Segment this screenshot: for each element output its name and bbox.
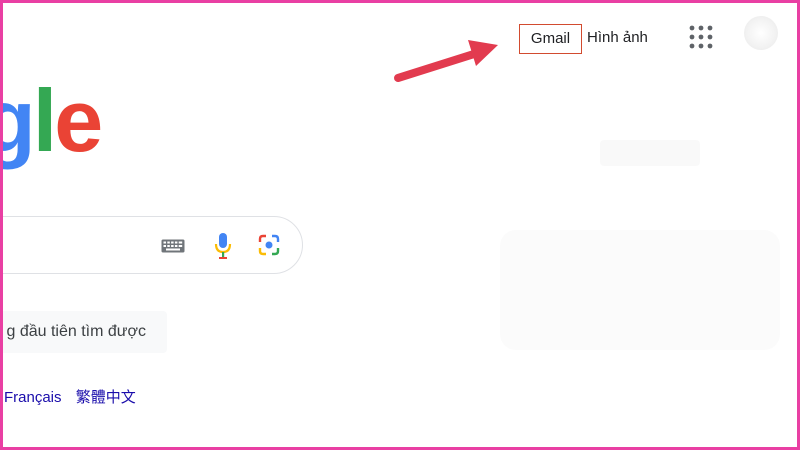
search-box[interactable] [0, 216, 303, 274]
language-link-french[interactable]: Français [4, 389, 62, 406]
feeling-lucky-button[interactable]: g đầu tiên tìm được [0, 311, 167, 353]
annotation-arrow-icon [394, 40, 498, 82]
google-lens-icon[interactable] [258, 234, 280, 256]
keyboard-icon[interactable] [161, 239, 185, 253]
faint-background-panel [600, 140, 700, 166]
images-link[interactable]: Hình ảnh [587, 24, 648, 51]
google-logo: gle [0, 70, 103, 190]
account-avatar[interactable] [744, 16, 778, 50]
apps-grid-icon[interactable] [688, 24, 714, 50]
logo-letter-e: e [54, 71, 103, 170]
logo-letter-l: l [32, 71, 58, 170]
gmail-link[interactable]: Gmail [519, 24, 582, 54]
microphone-icon[interactable] [213, 232, 233, 260]
language-links: Français 繁體中文 [4, 386, 146, 407]
logo-letter-g: g [0, 71, 36, 170]
language-link-traditional-chinese[interactable]: 繁體中文 [76, 389, 136, 406]
faint-background-card [500, 230, 780, 350]
